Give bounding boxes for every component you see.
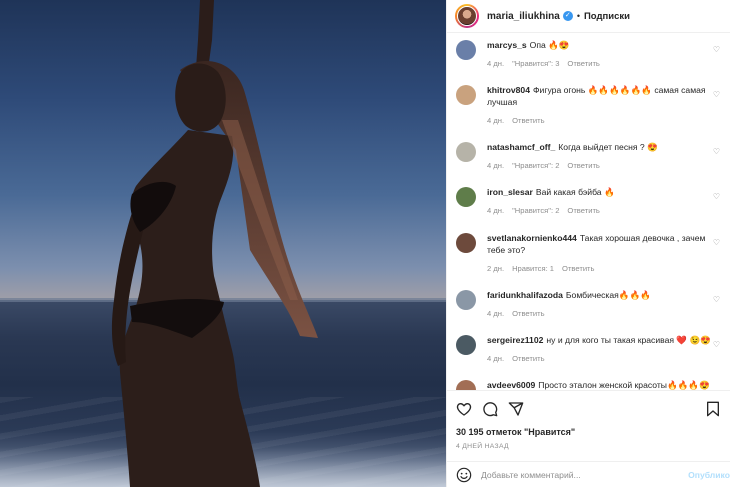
comment-item: natashamcf_off_ Когда выйдет песня ? 😍 4 …	[447, 141, 730, 170]
post-header: maria_iliukhina ✓ • Подписки	[447, 0, 730, 33]
comment-time: 4 дн.	[487, 206, 505, 215]
comment-text: Бомбическая🔥🔥🔥	[565, 290, 651, 300]
commenter-username[interactable]: faridunkhalifazoda	[487, 290, 563, 300]
header-separator: •	[576, 11, 580, 21]
comment-time: 4 дн.	[487, 354, 505, 363]
commenter-avatar[interactable]	[456, 187, 476, 207]
commenter-avatar[interactable]	[456, 380, 476, 390]
like-comment-heart-icon[interactable]: ♡	[713, 45, 720, 54]
like-comment-heart-icon[interactable]: ♡	[713, 90, 720, 99]
comment-item: sergeirez1102 ну и для кого ты такая крас…	[447, 334, 730, 363]
share-icon[interactable]	[508, 401, 524, 417]
comment-time: 4 дн.	[487, 161, 505, 170]
comment-text: ну и для кого ты такая красивая ❤️ 😉😍	[546, 335, 711, 345]
commenter-avatar[interactable]	[456, 40, 476, 60]
reply-button[interactable]: Ответить	[512, 116, 544, 125]
comment-likes[interactable]: "Нравится": 2	[512, 161, 559, 170]
likes-count[interactable]: 30 195 отметок "Нравится"	[456, 427, 575, 437]
commenter-avatar[interactable]	[456, 142, 476, 162]
like-comment-heart-icon[interactable]: ♡	[713, 340, 720, 349]
post-actions: 30 195 отметок "Нравится" 4 ДНЕЙ НАЗАД О…	[447, 390, 730, 487]
comment-likes[interactable]: Нравится: 1	[512, 264, 554, 273]
author-username[interactable]: maria_iliukhina	[487, 11, 560, 22]
author-avatar[interactable]	[455, 4, 479, 28]
comment-text: Когда выйдет песня ? 😍	[558, 142, 658, 152]
commenter-username[interactable]: iron_slesar	[487, 187, 533, 197]
comment-time: 4 дн.	[487, 116, 505, 125]
reply-button[interactable]: Ответить	[512, 309, 544, 318]
comment-time: 4 дн.	[487, 309, 505, 318]
comment-time: 2 дн.	[487, 264, 505, 273]
post-photo[interactable]	[0, 0, 446, 487]
comment-icon[interactable]	[482, 401, 498, 417]
like-comment-heart-icon[interactable]: ♡	[713, 147, 720, 156]
comment-likes[interactable]: "Нравится": 3	[512, 59, 559, 68]
comment-likes[interactable]: "Нравится": 2	[512, 206, 559, 215]
commenter-username[interactable]: sergeirez1102	[487, 335, 543, 345]
comments-list[interactable]: marcys_s Опа 🔥😍 4 дн. "Нравится": 3 Ответит…	[447, 34, 730, 390]
add-comment-bar: Опублико	[447, 461, 730, 487]
commenter-username[interactable]: natashamcf_off_	[487, 142, 555, 152]
verified-icon: ✓	[562, 11, 573, 21]
comment-text: Опа 🔥😍	[529, 40, 570, 50]
post-time: 4 ДНЕЙ НАЗАД	[456, 443, 509, 450]
comment-item: avdeev6009 Просто эталон женской красоты🔥…	[447, 379, 730, 390]
bookmark-icon[interactable]	[706, 401, 720, 417]
commenter-avatar[interactable]	[456, 290, 476, 310]
woman-silhouette	[111, 0, 318, 487]
reply-button[interactable]: Ответить	[567, 161, 599, 170]
commenter-avatar[interactable]	[456, 233, 476, 253]
reply-button[interactable]: Ответить	[562, 264, 594, 273]
commenter-username[interactable]: marcys_s	[487, 40, 527, 50]
commenter-avatar[interactable]	[456, 85, 476, 105]
like-comment-heart-icon[interactable]: ♡	[713, 192, 720, 201]
comment-text: Просто эталон женской красоты🔥🔥🔥😍	[538, 380, 710, 390]
smile-icon[interactable]	[456, 467, 472, 483]
commenter-username[interactable]: khitrov804	[487, 85, 530, 95]
comment-time: 4 дн.	[487, 59, 505, 68]
comment-item: iron_slesar Вай какая бэйба 🔥 4 дн. "Нрави…	[447, 186, 730, 215]
comment-item: faridunkhalifazoda Бомбическая🔥🔥🔥 4 дн. От…	[447, 289, 730, 318]
comment-item: svetlanakornienko444 Такая хорошая девочк…	[447, 232, 730, 273]
heart-icon[interactable]	[456, 401, 472, 417]
reply-button[interactable]: Ответить	[512, 354, 544, 363]
comment-item: khitrov804 Фигура огонь 🔥🔥🔥🔥🔥🔥 самая сама…	[447, 84, 730, 125]
like-comment-heart-icon[interactable]: ♡	[713, 238, 720, 247]
following-button[interactable]: Подписки	[584, 11, 630, 22]
comment-text: Вай какая бэйба 🔥	[535, 187, 615, 197]
commenter-username[interactable]: avdeev6009	[487, 380, 535, 390]
like-comment-heart-icon[interactable]: ♡	[713, 295, 720, 304]
comment-item: marcys_s Опа 🔥😍 4 дн. "Нравится": 3 Ответит…	[447, 39, 730, 68]
commenter-avatar[interactable]	[456, 335, 476, 355]
commenter-username[interactable]: svetlanakornienko444	[487, 233, 577, 243]
reply-button[interactable]: Ответить	[567, 59, 599, 68]
reply-button[interactable]: Ответить	[567, 206, 599, 215]
publish-button[interactable]: Опублико	[688, 470, 730, 480]
post-sidebar: maria_iliukhina ✓ • Подписки marcys_s Опа…	[446, 0, 730, 487]
comment-input[interactable]	[481, 470, 681, 480]
